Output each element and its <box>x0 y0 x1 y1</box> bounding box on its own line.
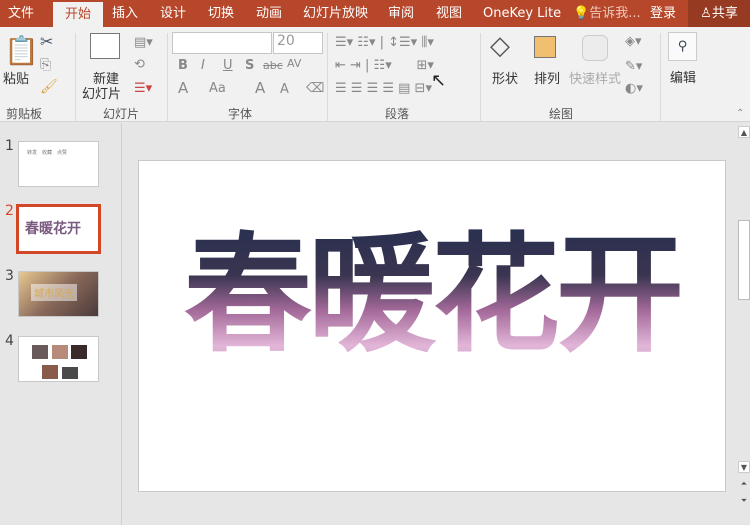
align-icon[interactable]: ☰ ☰ ☰ ☰ ▤ ⊟▾ <box>335 82 432 95</box>
cut-icon[interactable]: ✂ <box>40 34 53 50</box>
tab-transitions[interactable]: 切换 <box>208 0 234 27</box>
tab-slideshow[interactable]: 幻灯片放映 <box>303 0 368 27</box>
tab-onekey[interactable]: OneKey Lite <box>483 0 561 27</box>
shrink-font-button[interactable]: A <box>280 83 289 96</box>
paste-icon: 📋 <box>4 34 39 67</box>
shape-outline-icon[interactable]: ✎▾ <box>625 60 642 73</box>
user-add-icon: ♙ <box>700 6 712 21</box>
tab-home[interactable]: 开始 <box>53 2 104 27</box>
scroll-thumb[interactable] <box>738 220 750 300</box>
shape-effects-icon[interactable]: ◐▾ <box>625 82 643 95</box>
bold-button[interactable]: B <box>178 59 188 72</box>
vertical-scrollbar[interactable]: ▲ ▼ ⏶ ⏷ <box>738 123 750 525</box>
search-icon: ⚲ <box>668 32 697 61</box>
reset-icon[interactable]: ⟲ <box>134 58 145 71</box>
shapes-icon: ◇ <box>490 31 510 61</box>
arrange-icon <box>534 36 556 58</box>
italic-button[interactable]: I <box>201 59 205 72</box>
shadow-button[interactable]: S <box>245 59 254 72</box>
mouse-cursor-icon: ↖ <box>431 70 447 91</box>
slide-thumbnail-1[interactable]: 转发 收藏 点赞 <box>18 141 99 187</box>
next-slide-icon[interactable]: ⏷ <box>738 495 750 507</box>
previous-slide-icon[interactable]: ⏶ <box>738 478 750 490</box>
font-size-input[interactable]: 20 <box>273 32 323 54</box>
bullets-icon[interactable]: ☰▾ ☷▾ | ↕☰▾ ⫼▾ <box>335 36 434 49</box>
ribbon-tab-bar: 文件 开始 插入 设计 切换 动画 幻灯片放映 审阅 视图 OneKey Lit… <box>0 0 750 27</box>
underline-button[interactable]: U <box>223 59 233 72</box>
indent-icon[interactable]: ⇤ ⇥ | ☷▾ ⊞▾ <box>335 59 434 72</box>
quick-styles-icon <box>582 35 608 61</box>
tab-insert[interactable]: 插入 <box>112 0 138 27</box>
format-painter-icon[interactable]: 🖌 <box>40 80 58 94</box>
tab-animations[interactable]: 动画 <box>256 0 282 27</box>
char-spacing-button[interactable]: AV <box>287 58 301 69</box>
slide-thumbnail-3[interactable]: 城市风光 <box>18 271 99 317</box>
lightbulb-icon: 💡 <box>573 6 590 21</box>
grow-font-button[interactable]: A <box>255 81 265 96</box>
new-slide-icon <box>90 33 120 59</box>
font-color-button[interactable]: A <box>178 81 188 96</box>
tab-view[interactable]: 视图 <box>436 0 462 27</box>
scroll-up-icon[interactable]: ▲ <box>738 126 750 138</box>
ribbon: 📋 粘贴 ✂ ⎘ 🖌 剪贴板 新建 幻灯片 ▤▾ ⟲ ☰▾ 幻灯片 20 B I… <box>0 27 750 122</box>
tab-design[interactable]: 设计 <box>160 0 186 27</box>
scroll-down-icon[interactable]: ▼ <box>738 461 750 473</box>
slide-thumbnail-2[interactable]: 春暖花开 <box>16 204 101 254</box>
layout-icon[interactable]: ▤▾ <box>134 36 153 49</box>
shape-fill-icon[interactable]: ◈▾ <box>625 35 642 48</box>
tab-review[interactable]: 审阅 <box>388 0 414 27</box>
slide-thumbnail-panel: 1 转发 收藏 点赞 2 春暖花开 3 城市风光 4 <box>0 123 122 525</box>
section-icon[interactable]: ☰▾ <box>134 82 152 95</box>
change-case-button[interactable]: Aa <box>209 82 226 95</box>
clear-format-icon[interactable]: ⌫ <box>306 82 324 95</box>
share-button[interactable]: ♙共享 <box>688 0 750 27</box>
login-button[interactable]: 登录 <box>650 0 676 27</box>
slide-canvas[interactable]: 春暖花开 <box>138 160 726 492</box>
tab-file[interactable]: 文件 <box>8 0 34 27</box>
font-name-input[interactable] <box>172 32 272 54</box>
collapse-ribbon-icon[interactable]: ⌃ <box>736 109 744 119</box>
copy-icon[interactable]: ⎘ <box>40 58 51 72</box>
slide-thumbnail-4[interactable] <box>18 336 99 382</box>
strikethrough-button[interactable]: abc <box>263 60 283 71</box>
tell-me-search[interactable]: 💡告诉我... <box>573 0 641 27</box>
slide-title-text[interactable]: 春暖花开 <box>139 225 725 367</box>
